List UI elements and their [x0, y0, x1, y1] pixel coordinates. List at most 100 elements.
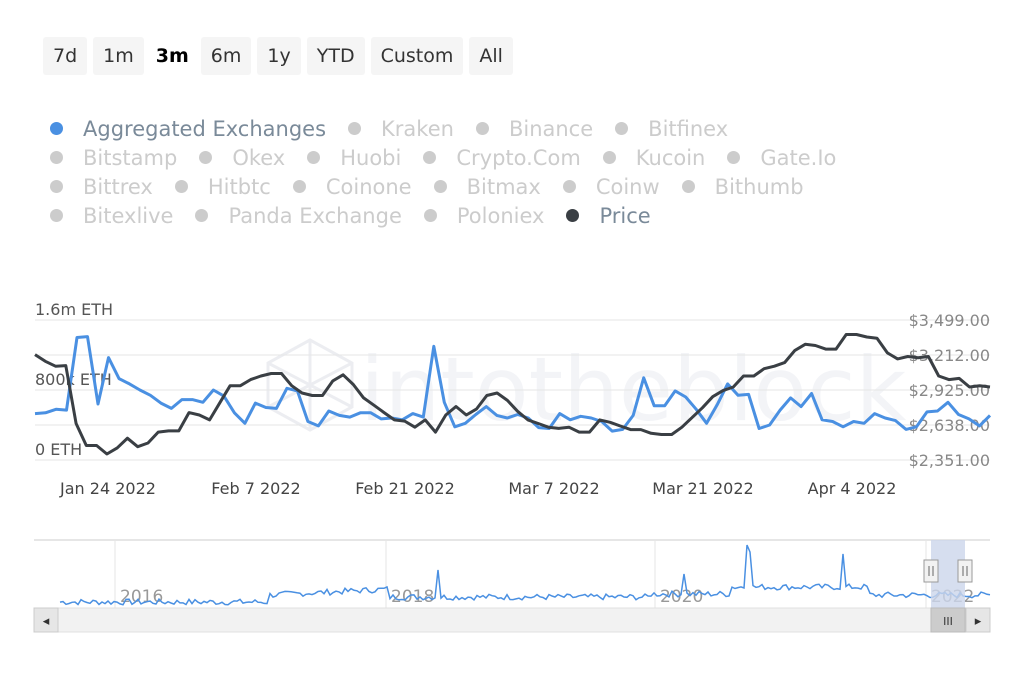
scroll-left-arrow-icon: ◂ [43, 614, 50, 629]
legend-dot-icon [566, 209, 580, 222]
legend-item-bitexlive[interactable]: Bitexlive [46, 204, 173, 228]
right-axis: $2,351.00$2,638.00$2,925.00$3,212.00$3,4… [909, 311, 990, 470]
legend-label: Price [599, 203, 651, 228]
legend-item-crypto-com[interactable]: Crypto.Com [419, 145, 581, 170]
legend-dot-icon [727, 151, 741, 164]
legend-label: Bittrex [83, 174, 153, 199]
legend-dot-icon [195, 209, 209, 222]
right-axis-tick-label: $2,351.00 [909, 451, 990, 470]
left-axis-tick-label: 1.6m ETH [35, 300, 113, 319]
legend-item-binance[interactable]: Binance [472, 117, 593, 141]
legend-item-bitmax[interactable]: Bitmax [430, 175, 541, 199]
legend-dot-icon [307, 151, 321, 164]
legend-item-aggregated-exchanges[interactable]: Aggregated Exchanges [46, 117, 326, 141]
legend-dot-icon [292, 180, 306, 193]
legend-item-okex[interactable]: Okex [195, 146, 285, 170]
x-axis: Jan 24 2022 Feb 7 2022 Feb 21 2022 Mar 7 20… [59, 479, 896, 498]
handle-left-box[interactable] [923, 559, 939, 583]
legend-dot-icon [348, 122, 362, 135]
handle-right-box[interactable] [957, 559, 973, 583]
legend-dot-icon [562, 180, 576, 193]
range-button-3m[interactable]: 3m [150, 37, 195, 75]
right-axis-tick-label: $3,212.00 [909, 346, 990, 365]
range-button-1m[interactable]: 1m [93, 37, 144, 75]
legend-label: Hitbtc [207, 174, 271, 199]
scroll-right-arrow-icon: ▸ [975, 614, 982, 629]
legend-item-hitbtc[interactable]: Hitbtc [171, 175, 271, 199]
legend-label: Bitfinex [648, 116, 729, 141]
right-axis-tick-label: $2,925.00 [909, 381, 990, 400]
range-selector: 7d 1m 3m 6m 1y YTD Custom All [43, 37, 513, 75]
legend-label: Coinone [325, 174, 412, 199]
chart-legend: Aggregated Exchanges Kraken Binance Bitfine… [46, 114, 946, 230]
navigator[interactable]: 2016201820202022 ◂ III ▸ [0, 530, 1024, 640]
right-axis-tick-label: $3,499.00 [909, 311, 990, 330]
legend-label: Bitexlive [83, 203, 174, 228]
legend-item-bitfinex[interactable]: Bitfinex [611, 117, 728, 141]
legend-item-kucoin[interactable]: Kucoin [599, 145, 706, 170]
legend-label: Poloniex [456, 203, 545, 228]
range-button-custom[interactable]: Custom [370, 37, 464, 75]
legend-dot-icon [50, 122, 63, 135]
legend-label: Crypto.Com [456, 145, 581, 170]
range-button-all[interactable]: All [469, 37, 513, 75]
range-button-1y[interactable]: 1y [257, 37, 301, 75]
legend-dot-icon [50, 180, 63, 193]
legend-item-price[interactable]: Price [562, 203, 651, 228]
legend-dot-icon [681, 180, 695, 193]
left-axis-tick-label: 0 ETH [35, 440, 82, 459]
legend-item-bithumb[interactable]: Bithumb [678, 175, 804, 199]
legend-label: Panda Exchange [228, 203, 402, 228]
legend-dot-icon [50, 151, 63, 164]
left-axis: 0 ETH 800k ETH 1.6m ETH [35, 300, 113, 459]
range-button-ytd[interactable]: YTD [306, 37, 365, 75]
legend-label: Coinw [595, 174, 660, 199]
navigator-handle-left[interactable] [923, 559, 939, 583]
legend-label: Bitstamp [83, 145, 178, 170]
legend-dot-icon [475, 122, 489, 135]
legend-label: Huobi [340, 145, 402, 170]
legend-row: Bittrex Hitbtc Coinone Bitmax Coinw Bithumb [46, 172, 946, 201]
navigator-handle-right[interactable] [957, 559, 973, 583]
legend-item-coinw[interactable]: Coinw [559, 175, 660, 199]
legend-dot-icon [50, 209, 63, 222]
x-axis-tick-label: Feb 7 2022 [211, 479, 300, 498]
legend-label: Bithumb [714, 174, 804, 199]
x-axis-tick-label: Apr 4 2022 [808, 479, 897, 498]
legend-label: Bitmax [466, 174, 541, 199]
main-chart: intotheblock 0 ETH800k ETH1.6m ETH $2,35… [34, 300, 992, 498]
range-button-6m[interactable]: 6m [200, 37, 252, 75]
x-axis-tick-label: Jan 24 2022 [59, 479, 156, 498]
scrollbar-grip-icon: III [943, 615, 953, 628]
legend-dot-icon [423, 209, 437, 222]
legend-item-bitstamp[interactable]: Bitstamp [46, 146, 177, 170]
legend-item-gate-io[interactable]: Gate.Io [723, 146, 836, 170]
legend-dot-icon [433, 180, 447, 193]
x-axis-tick-label: Feb 21 2022 [355, 479, 455, 498]
navigator-series-line [59, 544, 991, 606]
legend-label: Gate.Io [760, 145, 837, 170]
legend-label: Binance [508, 116, 594, 141]
legend-item-poloniex[interactable]: Poloniex [420, 203, 545, 228]
legend-label: Kucoin [635, 145, 706, 170]
legend-dot-icon [174, 180, 188, 193]
scrollbar-track[interactable] [33, 607, 991, 633]
legend-item-panda-exchange[interactable]: Panda Exchange [191, 203, 402, 228]
legend-item-coinone[interactable]: Coinone [289, 175, 412, 199]
legend-label: Aggregated Exchanges [83, 116, 327, 141]
x-axis-tick-label: Mar 7 2022 [508, 479, 599, 498]
scrollbar[interactable]: ◂ III ▸ [33, 607, 991, 633]
legend-label: Kraken [381, 116, 454, 141]
legend-label: Okex [232, 145, 286, 170]
legend-item-kraken[interactable]: Kraken [344, 117, 454, 141]
legend-row: Bitstamp Okex Huobi Crypto.Com Kucoin Gate.Io [46, 143, 946, 172]
legend-dot-icon [423, 151, 437, 164]
legend-row: Aggregated Exchanges Kraken Binance Bitfine… [46, 114, 946, 143]
legend-item-huobi[interactable]: Huobi [303, 146, 401, 170]
x-axis-tick-label: Mar 21 2022 [652, 479, 753, 498]
legend-dot-icon [199, 151, 213, 164]
left-axis-tick-label: 800k ETH [35, 370, 112, 389]
legend-dot-icon [602, 151, 616, 164]
legend-item-bittrex[interactable]: Bittrex [46, 175, 153, 199]
range-button-7d[interactable]: 7d [43, 37, 88, 75]
